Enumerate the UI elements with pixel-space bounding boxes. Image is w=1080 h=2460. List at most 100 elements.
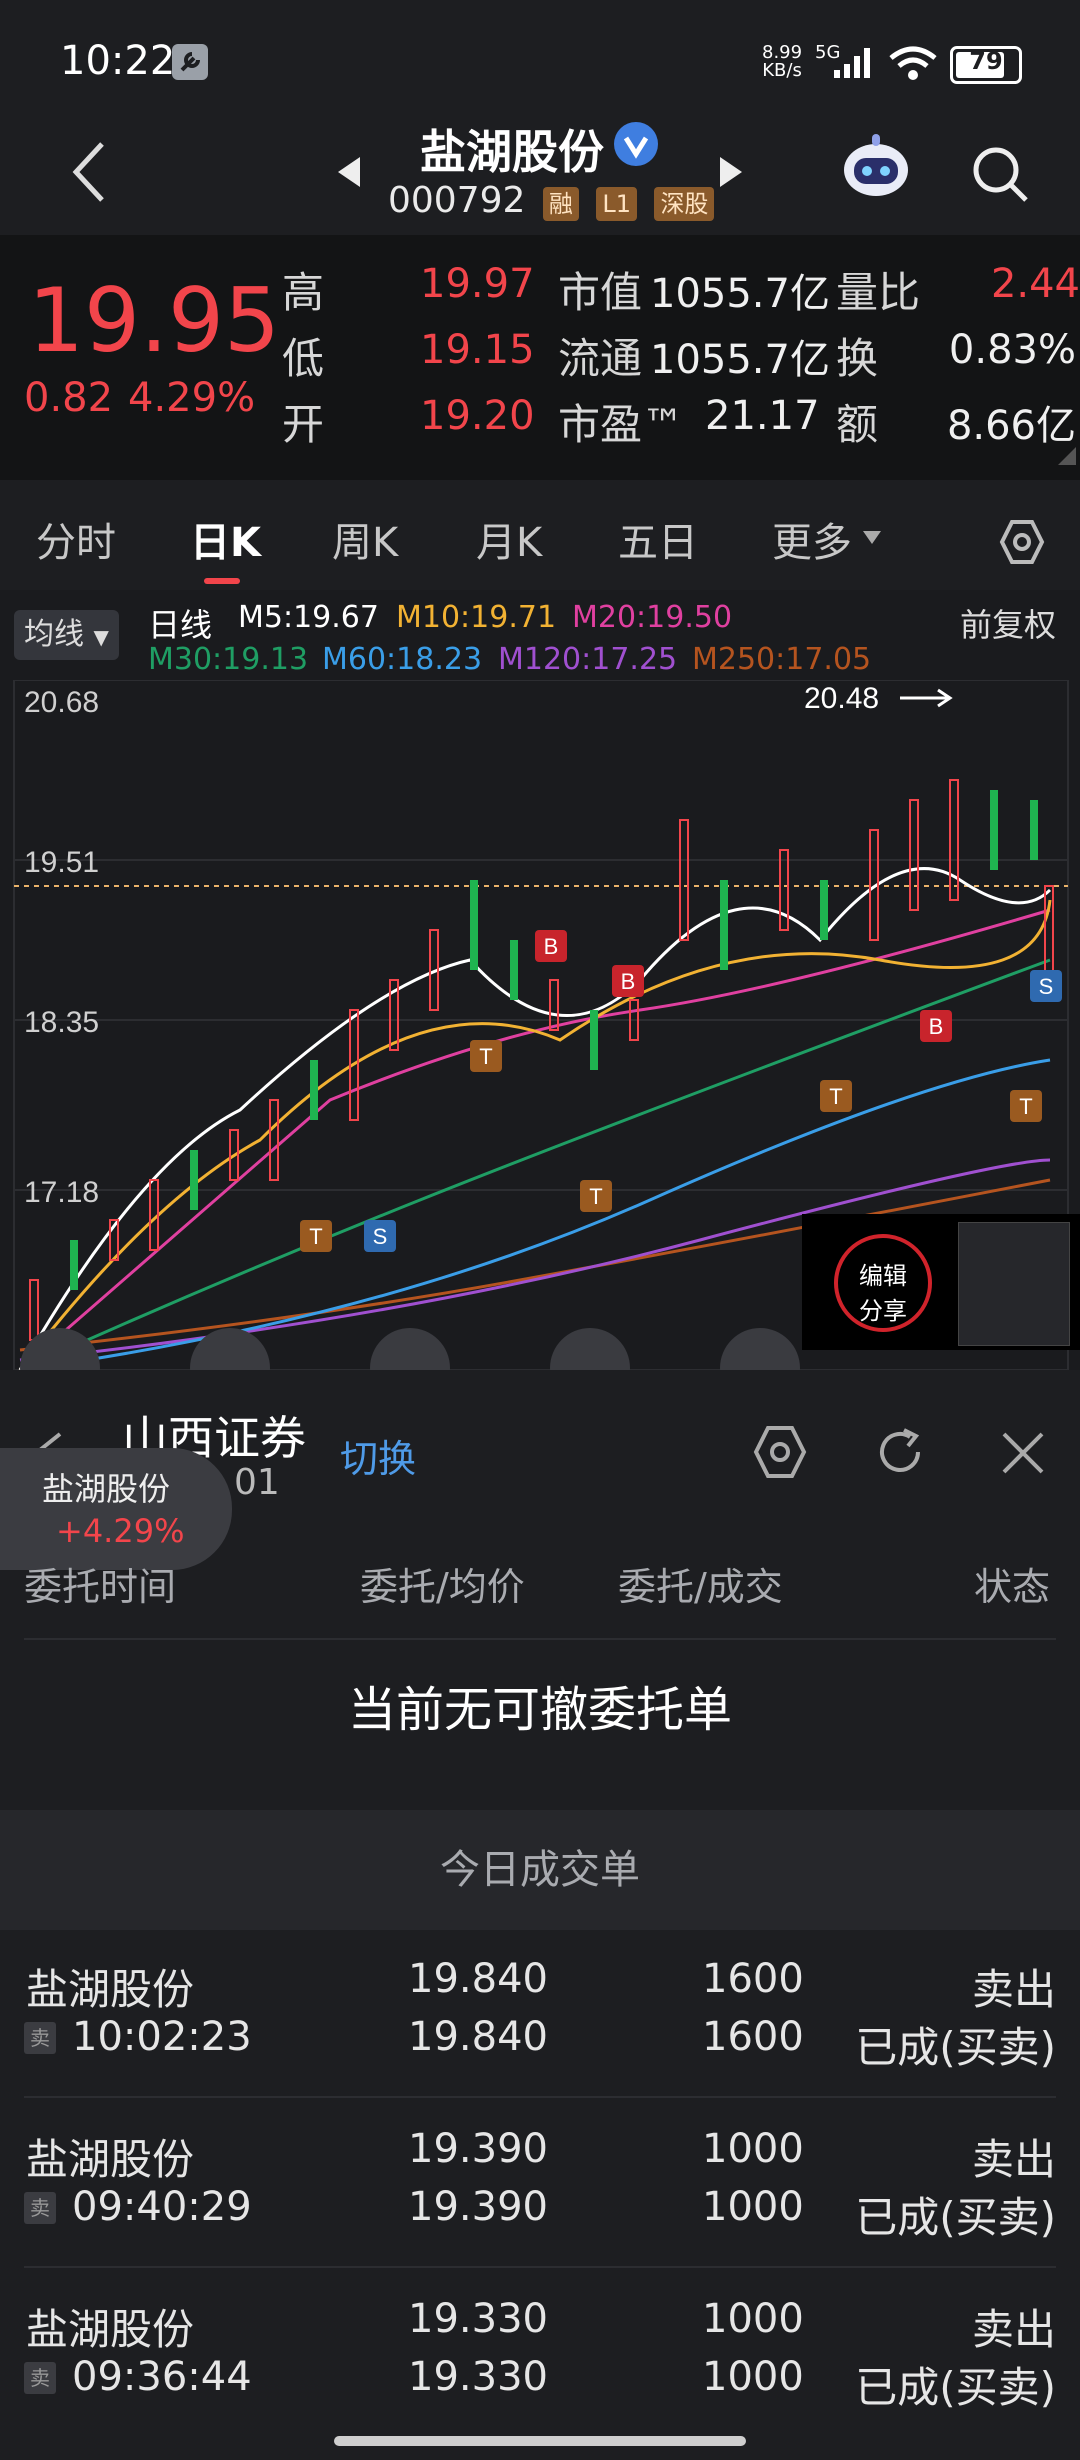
more-dropdown-icon[interactable]: [862, 530, 882, 546]
adjust-mode[interactable]: 前复权: [960, 600, 1056, 646]
trade-stock-name: 盐湖股份: [26, 1965, 195, 2014]
trade-stock-name: 盐湖股份: [26, 2135, 195, 2184]
amount-label: 额: [836, 400, 879, 449]
order-qty: 1000: [702, 2296, 804, 2342]
y-label-3: 18.35: [24, 1006, 99, 1039]
svg-text:S: S: [1039, 974, 1054, 999]
divider: [24, 1638, 1056, 1640]
edit-share-button[interactable]: 编辑 分享: [834, 1234, 932, 1332]
stock-code-row: 000792 融 L1 深股: [388, 180, 715, 221]
home-indicator[interactable]: [334, 2436, 746, 2446]
floating-stock-card[interactable]: 盐湖股份 +4.29%: [0, 1448, 232, 1570]
divider: [24, 2096, 1056, 2098]
account-tail: 01: [234, 1462, 280, 1503]
filled-qty: 1000: [702, 2354, 804, 2400]
wrench-icon: [172, 44, 208, 80]
ma10-label: M10:19.71: [396, 600, 557, 635]
col-order-price: 委托/均价: [360, 1565, 525, 1609]
margin-badge: 融: [542, 187, 579, 221]
trades-section-header: 今日成交单: [0, 1810, 1080, 1930]
amount-value: 8.66亿: [946, 403, 1076, 449]
ma120-label: M120:17.25: [498, 642, 678, 677]
sell-tag: 卖: [24, 2022, 56, 2054]
period-label: 日线: [148, 606, 213, 644]
active-tab-indicator: [204, 578, 240, 584]
next-stock-icon[interactable]: [718, 155, 744, 189]
svg-text:T: T: [309, 1224, 322, 1249]
svg-text:B: B: [621, 969, 636, 994]
trade-stock-name: 盐湖股份: [26, 2305, 195, 2354]
trade-direction: 卖出: [971, 2305, 1056, 2354]
period-tabs: 分时 日K 周K 月K 五日 更多: [0, 480, 1080, 591]
order-price: 19.330: [408, 2296, 548, 2342]
svg-text:T: T: [829, 1084, 842, 1109]
settings-icon[interactable]: [752, 1424, 808, 1480]
thumbnail-preview[interactable]: [958, 1222, 1070, 1346]
stock-code: 000792: [388, 180, 526, 221]
y-label-4: 17.18: [24, 1176, 99, 1209]
high-label: 高: [282, 268, 325, 317]
float-value: 1055.7亿: [650, 337, 830, 383]
prev-stock-icon[interactable]: [336, 155, 362, 189]
close-icon[interactable]: [1000, 1430, 1046, 1476]
tab-weekly-k[interactable]: 周K: [332, 510, 398, 568]
refresh-icon[interactable]: [872, 1424, 928, 1480]
status-bar: 10:22 8.99 KB/s 5G 79: [0, 0, 1080, 110]
filled-qty: 1000: [702, 2184, 804, 2230]
col-status: 状态: [974, 1565, 1051, 1609]
svg-text:T: T: [1019, 1094, 1032, 1119]
col-order-time: 委托时间: [24, 1565, 177, 1609]
quote-panel: 19.95 0.82 4.29% 高 低 开 19.97 19.15 19.20…: [0, 235, 1080, 480]
trade-direction: 卖出: [971, 1965, 1056, 2014]
low-value: 19.15: [420, 327, 535, 373]
svg-text:B: B: [929, 1014, 944, 1039]
robot-icon[interactable]: [838, 130, 914, 206]
clock: 10:22: [60, 38, 176, 84]
tab-five-day[interactable]: 五日: [618, 510, 698, 568]
trade-row[interactable]: 盐湖股份 卖 09:36:44 19.330 19.330 1000 1000 …: [0, 2270, 1080, 2438]
stock-header: 盐湖股份 000792 融 L1 深股: [0, 110, 1080, 235]
last-price: 19.95: [28, 269, 280, 372]
ma60-label: M60:18.23: [322, 642, 483, 677]
expand-corner-icon[interactable]: [1056, 445, 1078, 467]
low-label: 低: [282, 334, 325, 383]
open-value: 19.20: [420, 393, 535, 439]
trade-direction: 卖出: [971, 2135, 1056, 2184]
tab-more[interactable]: 更多: [772, 510, 852, 568]
y-label-1: 20.68: [24, 686, 99, 719]
high-arrow-icon: [900, 688, 953, 708]
tab-daily-k[interactable]: 日K: [190, 510, 261, 568]
mcap-value: 1055.7亿: [650, 271, 830, 317]
verified-icon: [614, 122, 658, 166]
settings-hex-icon[interactable]: [998, 518, 1046, 566]
trade-time: 09:40:29: [72, 2184, 252, 2230]
tab-minute[interactable]: 分时: [36, 510, 116, 568]
ma5-label: M5:19.67: [238, 600, 379, 635]
svg-text:B: B: [544, 934, 559, 959]
level-badge: L1: [596, 187, 637, 221]
back-icon[interactable]: [68, 140, 108, 204]
avg-price: 19.390: [408, 2184, 548, 2230]
svg-text:T: T: [589, 1184, 602, 1209]
float-label: 流通: [558, 334, 643, 383]
order-panel: 山西证券 01 切换 盐湖股份 +4.29% 委托时间 委托/均价 委托/成交 …: [0, 1370, 1080, 2460]
wifi-icon: [889, 46, 937, 80]
vol-ratio-value: 2.44: [990, 261, 1080, 307]
order-qty: 1600: [702, 1956, 804, 2002]
search-icon[interactable]: [970, 144, 1030, 204]
trade-row[interactable]: 盐湖股份 卖 09:40:29 19.390 19.390 1000 1000 …: [0, 2100, 1080, 2268]
trade-time: 10:02:23: [72, 2014, 252, 2060]
open-label: 开: [282, 400, 325, 449]
tab-monthly-k[interactable]: 月K: [476, 510, 542, 568]
order-qty: 1000: [702, 2126, 804, 2172]
turnover-value: 0.83%: [948, 327, 1076, 373]
ma30-label: M30:19.13: [148, 642, 309, 677]
market-badge: 深股: [654, 187, 715, 221]
kline-chart[interactable]: 均线 ▼ 日线 M5:19.67 M10:19.71 M20:19.50 M30…: [0, 590, 1080, 1408]
mcap-label: 市值: [558, 268, 643, 317]
ma-selector[interactable]: 均线 ▼: [14, 610, 119, 660]
sell-tag: 卖: [24, 2192, 56, 2224]
trade-row[interactable]: 盐湖股份 卖 10:02:23 19.840 19.840 1600 1600 …: [0, 1930, 1080, 2098]
switch-account-link[interactable]: 切换: [340, 1428, 416, 1483]
pe-label: 市盈™: [558, 400, 685, 449]
